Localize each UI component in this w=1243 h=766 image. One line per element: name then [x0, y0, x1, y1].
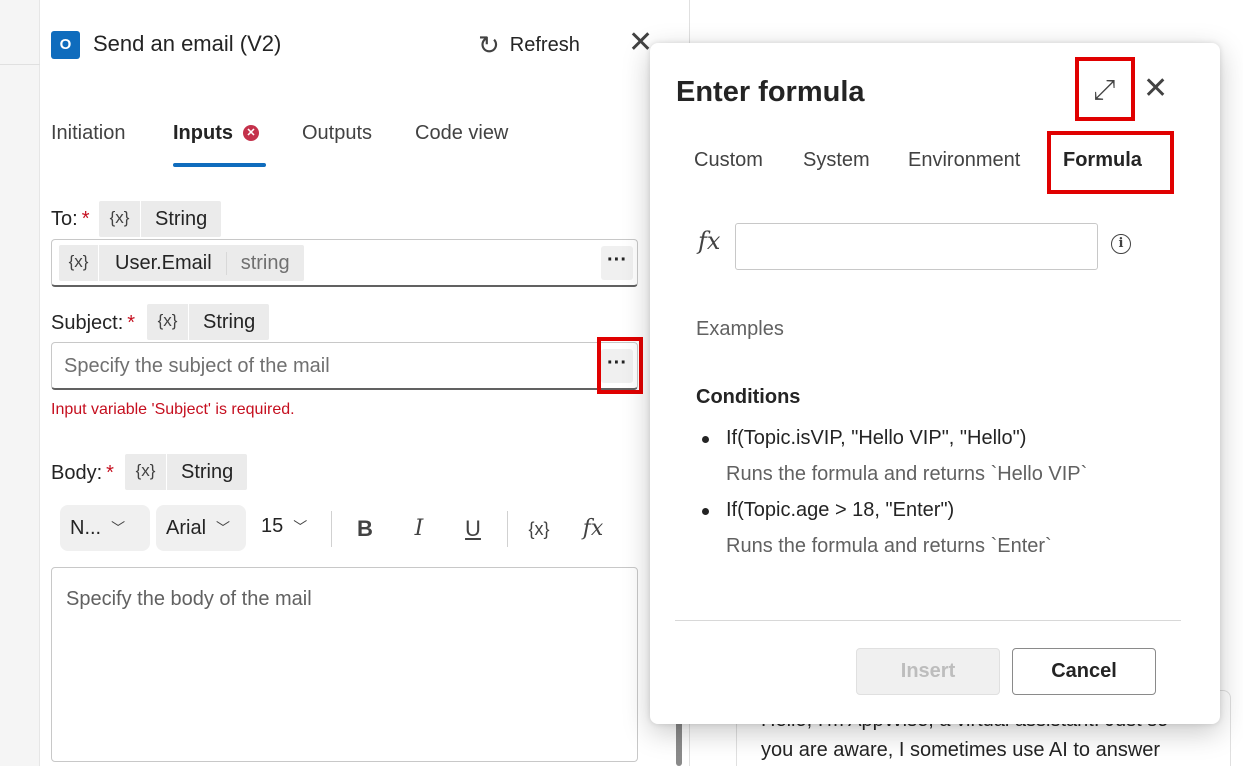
variable-icon: {x} — [147, 304, 189, 340]
formula-input[interactable] — [735, 223, 1098, 270]
active-tab-indicator — [173, 163, 266, 167]
bold-button[interactable]: B — [347, 511, 383, 547]
panel-header: O Send an email (V2) ↻ Refresh ✕ — [51, 28, 671, 62]
to-field[interactable]: {x} User.Email string ··· — [51, 239, 638, 287]
subject-type: String — [203, 310, 256, 333]
tab-initiation[interactable]: Initiation — [51, 122, 126, 145]
action-panel: O Send an email (V2) ↻ Refresh ✕ Initiat… — [40, 0, 690, 766]
example-desc: Runs the formula and returns `Hello VIP` — [726, 463, 1088, 485]
toolbar-divider — [331, 511, 332, 547]
tab-inputs[interactable]: Inputs ✕ — [173, 122, 259, 145]
error-icon: ✕ — [243, 125, 259, 141]
variable-icon: {x} — [99, 201, 141, 237]
examples-label: Examples — [696, 318, 784, 340]
required-mark: * — [127, 312, 136, 334]
divider — [0, 64, 40, 65]
fx-icon: fx — [698, 227, 721, 255]
highlight-expand — [1075, 57, 1135, 121]
chevron-down-icon: ﹀ — [216, 520, 231, 536]
example-code: If(Topic.isVIP, "Hello VIP", "Hello") — [726, 427, 1027, 449]
body-type: String — [181, 460, 234, 483]
refresh-icon: ↻ — [478, 30, 500, 60]
insert-variable-button[interactable]: {x} — [521, 511, 557, 547]
chevron-down-icon: ﹀ — [293, 518, 308, 535]
body-placeholder: Specify the body of the mail — [66, 588, 312, 610]
required-mark: * — [106, 462, 114, 484]
bullet — [702, 508, 709, 515]
enter-formula-dialog: Enter formula ⤢ ✕ Custom System Environm… — [650, 43, 1220, 724]
variable-icon: {x} — [59, 245, 99, 281]
tab-outputs[interactable]: Outputs — [302, 122, 372, 145]
refresh-button[interactable]: ↻ Refresh — [478, 30, 580, 60]
insert-button[interactable]: Insert — [856, 648, 1000, 695]
refresh-label: Refresh — [509, 33, 580, 56]
subject-label-text: Subject: — [51, 312, 124, 334]
highlight-subject-more — [597, 337, 643, 394]
toolbar-divider — [507, 511, 508, 547]
insert-formula-button[interactable]: fx — [575, 511, 611, 547]
to-type: String — [155, 207, 208, 230]
tab-environment[interactable]: Environment — [908, 149, 1020, 172]
variable-name: User.Email — [99, 251, 227, 275]
subject-type-chip: {x} String — [147, 304, 270, 340]
tab-custom[interactable]: Custom — [694, 149, 763, 172]
subject-field[interactable]: Specify the subject of the mail ··· — [51, 342, 638, 390]
body-label-text: Body: — [51, 462, 103, 484]
to-label: To: * — [51, 208, 89, 231]
dialog-title: Enter formula — [676, 76, 865, 108]
conditions-heading: Conditions — [696, 386, 801, 408]
chat-line: you are aware, I sometimes use AI to ans… — [761, 739, 1161, 761]
example-desc: Runs the formula and returns `Enter` — [726, 535, 1052, 557]
font-value: Arial — [166, 516, 207, 539]
font-dropdown[interactable]: Arial ﹀ — [156, 505, 246, 551]
subject-label: Subject: * — [51, 312, 135, 335]
style-value: N... — [70, 516, 102, 539]
variable-type: string — [240, 251, 290, 274]
to-more-button[interactable]: ··· — [601, 246, 633, 280]
info-icon[interactable]: i — [1111, 234, 1131, 254]
background-strip — [0, 0, 40, 766]
bullet — [702, 436, 709, 443]
to-label-text: To: — [51, 208, 78, 230]
outlook-icon: O — [51, 31, 80, 59]
chevron-down-icon: ﹀ — [111, 520, 126, 536]
variable-icon: {x} — [125, 454, 167, 490]
subject-error: Input variable 'Subject' is required. — [51, 401, 295, 418]
font-size-dropdown[interactable]: 15 ﹀ — [261, 515, 307, 538]
user-email-pill[interactable]: {x} User.Email string — [59, 245, 304, 281]
highlight-formula-tab — [1047, 131, 1174, 194]
example-code: If(Topic.age > 18, "Enter") — [726, 499, 955, 521]
font-size-value: 15 — [261, 515, 284, 537]
close-dialog-icon[interactable]: ✕ — [1143, 71, 1168, 107]
panel-tabs: Initiation Inputs ✕ Outputs Code view — [51, 122, 651, 172]
required-mark: * — [81, 208, 90, 230]
italic-button[interactable]: I — [401, 511, 437, 547]
style-dropdown[interactable]: N... ﹀ — [60, 505, 150, 551]
body-label: Body: * — [51, 462, 114, 485]
panel-title: Send an email (V2) — [93, 31, 282, 56]
body-editor[interactable]: Specify the body of the mail — [51, 567, 638, 762]
subject-placeholder: Specify the subject of the mail — [64, 355, 330, 377]
dialog-divider — [675, 620, 1181, 621]
underline-button[interactable]: U — [455, 511, 491, 547]
body-type-chip: {x} String — [125, 454, 248, 490]
cancel-button[interactable]: Cancel — [1012, 648, 1156, 695]
to-type-chip: {x} String — [99, 201, 222, 237]
tab-system[interactable]: System — [803, 149, 870, 172]
tab-inputs-label: Inputs — [173, 122, 233, 144]
tab-code-view[interactable]: Code view — [415, 122, 508, 145]
body-toolbar: N... ﹀ Arial ﹀ 15 ﹀ B I U {x} fx — [60, 505, 640, 551]
